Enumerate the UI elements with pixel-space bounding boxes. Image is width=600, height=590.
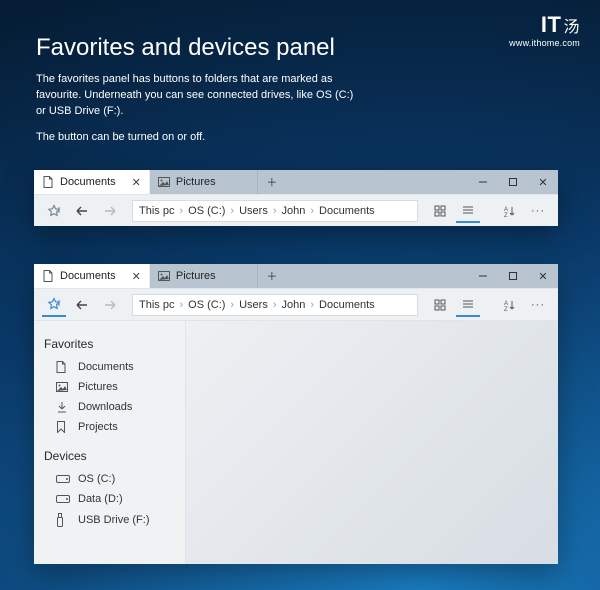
- sidebar-item-documents[interactable]: Documents: [46, 357, 185, 377]
- tab-label: Documents: [60, 176, 116, 188]
- grid-view-button[interactable]: [428, 293, 452, 317]
- tabstrip: Documents ✕ Pictures ＋ ✕: [34, 170, 558, 194]
- more-button[interactable]: ···: [526, 293, 550, 317]
- close-window-button[interactable]: ✕: [528, 170, 558, 194]
- page-title: Favorites and devices panel: [36, 34, 356, 62]
- watermark: IT汤 www.ithome.com: [509, 14, 580, 48]
- back-button[interactable]: [70, 199, 94, 223]
- forward-button[interactable]: [98, 199, 122, 223]
- svg-text:Z: Z: [504, 213, 508, 217]
- explorer-body: Favorites Documents Pictures Downloads: [34, 320, 558, 564]
- tab-label: Pictures: [176, 270, 216, 282]
- list-view-button[interactable]: [456, 199, 480, 223]
- list-view-button[interactable]: [456, 293, 480, 317]
- file-explorer-collapsed: Documents ✕ Pictures ＋ ✕: [34, 170, 558, 226]
- breadcrumb[interactable]: This pc› OS (C:)› Users› John› Documents: [139, 205, 375, 217]
- new-tab-button[interactable]: ＋: [258, 170, 286, 194]
- sidebar-item-label: Documents: [78, 361, 134, 373]
- more-button[interactable]: ···: [526, 199, 550, 223]
- tabstrip: Documents ✕ Pictures ＋ ✕: [34, 264, 558, 288]
- document-icon: [56, 361, 68, 373]
- watermark-url: www.ithome.com: [509, 38, 580, 48]
- sidebar: Favorites Documents Pictures Downloads: [34, 321, 186, 564]
- sidebar-item-label: OS (C:): [78, 473, 115, 485]
- sidebar-item-drive-os[interactable]: OS (C:): [46, 469, 185, 489]
- tab-label: Pictures: [176, 176, 216, 188]
- grid-view-button[interactable]: [428, 199, 452, 223]
- sidebar-item-downloads[interactable]: Downloads: [46, 397, 185, 417]
- tab-pictures[interactable]: Pictures: [150, 264, 258, 288]
- picture-icon: [158, 177, 170, 187]
- sidebar-item-drive-usb[interactable]: USB Drive (F:): [46, 509, 185, 531]
- close-icon[interactable]: ✕: [122, 176, 141, 189]
- drive-icon: [56, 475, 68, 483]
- tab-pictures[interactable]: Pictures: [150, 170, 258, 194]
- address-bar[interactable]: This pc› OS (C:)› Users› John› Documents: [132, 200, 418, 222]
- favorites-toggle-button[interactable]: [42, 293, 66, 317]
- sidebar-item-projects[interactable]: Projects: [46, 417, 185, 437]
- tab-documents[interactable]: Documents ✕: [34, 170, 150, 194]
- file-explorer-expanded: Documents ✕ Pictures ＋ ✕: [34, 264, 558, 564]
- sidebar-item-label: USB Drive (F:): [78, 514, 150, 526]
- usb-icon: [56, 513, 68, 527]
- minimize-button[interactable]: [468, 264, 498, 288]
- page-description-1: The favorites panel has buttons to folde…: [36, 72, 356, 120]
- picture-icon: [56, 382, 68, 392]
- watermark-logo: IT汤: [509, 14, 580, 36]
- minimize-button[interactable]: [468, 170, 498, 194]
- drive-icon: [56, 495, 68, 503]
- tab-documents[interactable]: Documents ✕: [34, 264, 150, 288]
- sidebar-item-label: Pictures: [78, 381, 118, 393]
- document-icon: [42, 270, 54, 282]
- close-icon[interactable]: ✕: [122, 270, 141, 283]
- forward-button[interactable]: [98, 293, 122, 317]
- address-bar[interactable]: This pc› OS (C:)› Users› John› Documents: [132, 294, 418, 316]
- sidebar-devices-heading: Devices: [44, 449, 185, 463]
- new-tab-button[interactable]: ＋: [258, 264, 286, 288]
- document-icon: [42, 176, 54, 188]
- toolbar: This pc› OS (C:)› Users› John› Documents…: [34, 288, 558, 320]
- content-pane: [186, 321, 558, 564]
- toolbar: This pc› OS (C:)› Users› John› Documents…: [34, 194, 558, 226]
- download-icon: [56, 401, 68, 413]
- maximize-button[interactable]: [498, 264, 528, 288]
- picture-icon: [158, 271, 170, 281]
- close-window-button[interactable]: ✕: [528, 264, 558, 288]
- sidebar-item-drive-data[interactable]: Data (D:): [46, 489, 185, 509]
- sidebar-item-label: Downloads: [78, 401, 132, 413]
- bookmark-icon: [56, 421, 68, 433]
- sidebar-item-label: Projects: [78, 421, 118, 433]
- sidebar-favorites-heading: Favorites: [44, 337, 185, 351]
- favorites-toggle-button[interactable]: [42, 199, 66, 223]
- page-description-2: The button can be turned on or off.: [36, 130, 356, 146]
- back-button[interactable]: [70, 293, 94, 317]
- sort-button[interactable]: AZ: [498, 293, 522, 317]
- breadcrumb[interactable]: This pc› OS (C:)› Users› John› Documents: [139, 299, 375, 311]
- maximize-button[interactable]: [498, 170, 528, 194]
- svg-text:Z: Z: [504, 307, 508, 311]
- tab-label: Documents: [60, 270, 116, 282]
- sidebar-item-pictures[interactable]: Pictures: [46, 377, 185, 397]
- sidebar-item-label: Data (D:): [78, 493, 123, 505]
- headline-block: Favorites and devices panel The favorite…: [36, 34, 356, 156]
- sort-button[interactable]: AZ: [498, 199, 522, 223]
